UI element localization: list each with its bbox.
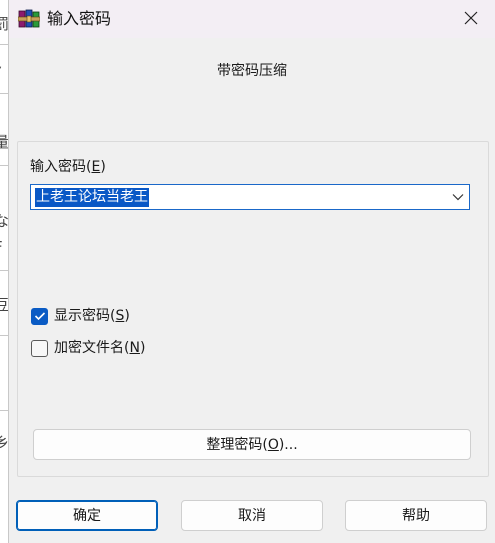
password-label-end: ) bbox=[100, 159, 106, 175]
window-title: 输入密码 bbox=[47, 9, 112, 28]
organize-passwords-accesskey: O bbox=[267, 436, 279, 453]
background-text-fragment: 亻 bbox=[0, 67, 8, 82]
background-divider bbox=[0, 44, 8, 45]
background-window-strip: 罰 亻 量 な F 豆 / 乡 bbox=[0, 0, 9, 543]
background-text-fragment: 乡 bbox=[0, 436, 8, 451]
background-text-fragment: な bbox=[0, 214, 8, 229]
winrar-books-icon bbox=[17, 9, 41, 29]
password-label-text: 输入密码( bbox=[30, 159, 92, 175]
show-password-label: 显示密码(S) bbox=[54, 306, 130, 326]
background-divider bbox=[0, 410, 8, 411]
organize-passwords-button[interactable]: 整理密码(O)... bbox=[33, 429, 471, 460]
organize-passwords-label-end: )... bbox=[278, 436, 298, 453]
background-divider bbox=[0, 335, 8, 336]
show-password-label-end: ) bbox=[124, 308, 130, 324]
background-text-fragment: 量 bbox=[0, 135, 8, 150]
password-dialog: 输入密码 带密码压缩 输入密码(E) 上老王论坛当老王 显示密码(S) 加密文件… bbox=[9, 0, 495, 543]
background-divider bbox=[0, 93, 8, 94]
background-text-fragment: 豆 bbox=[0, 298, 8, 313]
password-label: 输入密码(E) bbox=[30, 157, 106, 177]
chevron-down-icon[interactable] bbox=[450, 189, 466, 205]
ok-button[interactable]: 确定 bbox=[16, 500, 158, 531]
encrypt-filenames-label: 加密文件名(N) bbox=[54, 338, 145, 358]
password-combobox[interactable]: 上老王论坛当老王 bbox=[30, 184, 470, 210]
background-divider bbox=[0, 165, 8, 166]
encrypt-filenames-accesskey: N bbox=[129, 340, 140, 356]
cancel-button[interactable]: 取消 bbox=[181, 500, 323, 531]
show-password-label-text: 显示密码( bbox=[54, 308, 116, 324]
password-label-accesskey: E bbox=[91, 159, 101, 175]
dialog-subtitle: 带密码压缩 bbox=[217, 63, 287, 79]
encrypt-filenames-label-end: ) bbox=[139, 340, 146, 356]
background-text-fragment: F bbox=[0, 240, 8, 255]
show-password-checkbox[interactable] bbox=[31, 307, 48, 325]
help-button[interactable]: 帮助 bbox=[345, 500, 487, 531]
organize-passwords-label-text: 整理密码( bbox=[206, 436, 268, 453]
password-input-value[interactable]: 上老王论坛当老王 bbox=[35, 188, 149, 207]
background-text-fragment: 罰 bbox=[0, 17, 8, 32]
background-text-fragment: / bbox=[0, 366, 8, 381]
close-icon bbox=[464, 10, 478, 29]
title-bar[interactable]: 输入密码 bbox=[9, 0, 495, 38]
close-button[interactable] bbox=[455, 4, 487, 34]
show-password-option[interactable]: 显示密码(S) bbox=[31, 306, 130, 326]
background-divider bbox=[0, 270, 8, 271]
encrypt-filenames-checkbox[interactable] bbox=[31, 339, 48, 357]
checkmark-icon bbox=[34, 312, 45, 321]
encrypt-filenames-label-text: 加密文件名( bbox=[54, 340, 130, 356]
encrypt-filenames-option[interactable]: 加密文件名(N) bbox=[31, 338, 145, 358]
